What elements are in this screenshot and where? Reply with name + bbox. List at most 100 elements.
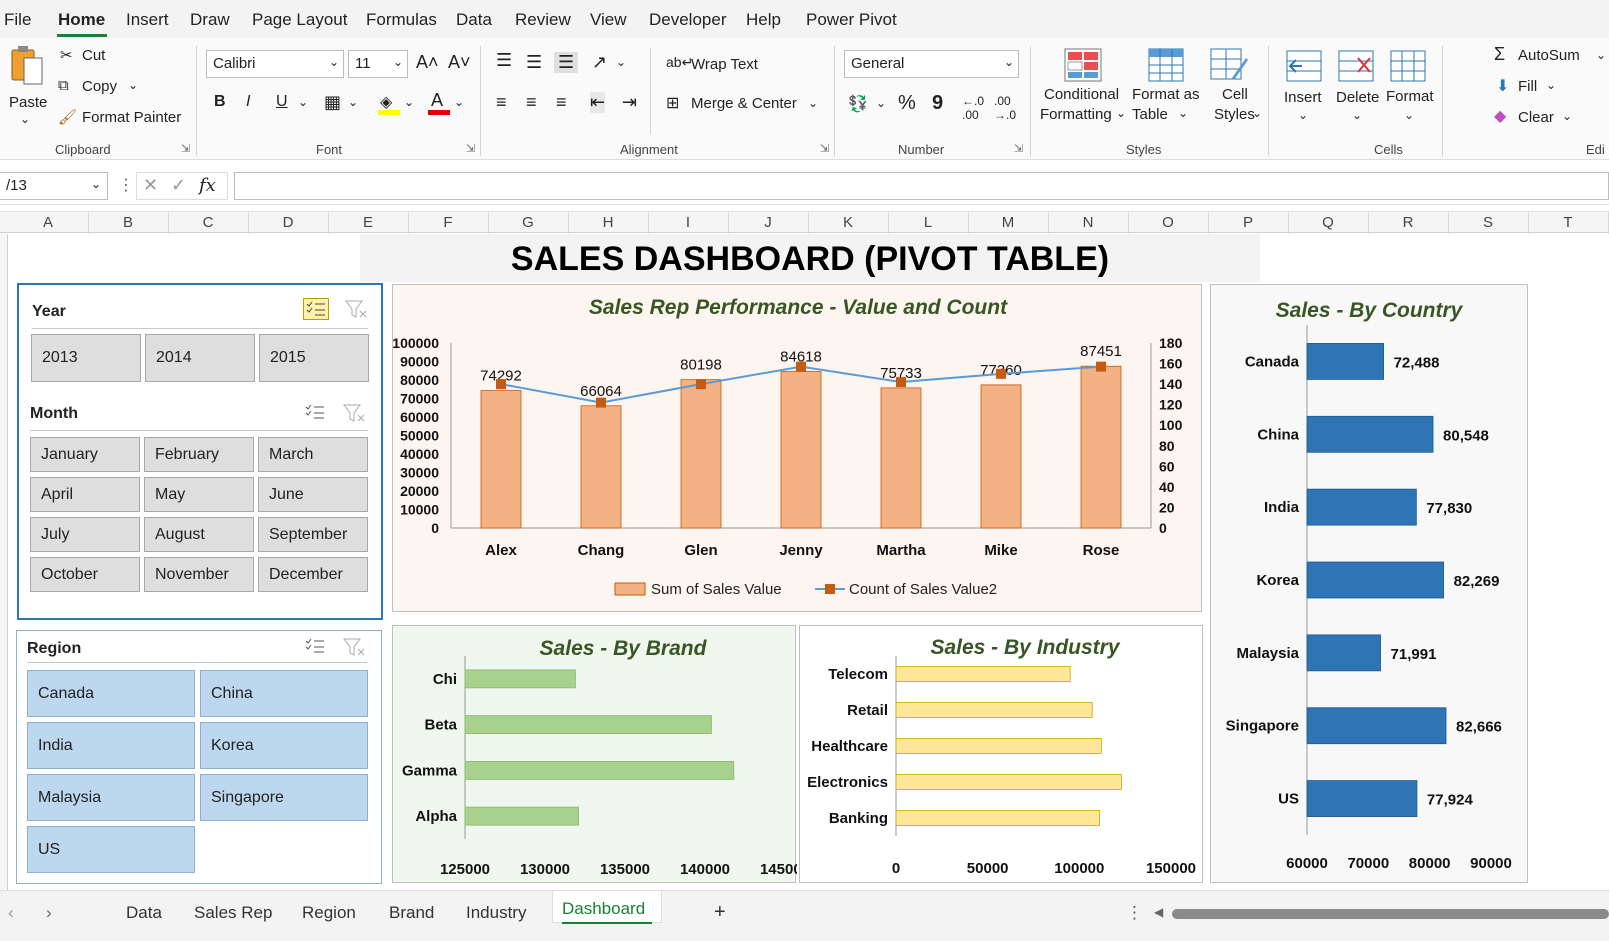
scroll-left-icon[interactable]: ‹ [8, 903, 14, 923]
chevron-down-icon[interactable]: ⌄ [348, 95, 358, 109]
slicer-month-december[interactable]: December [258, 557, 368, 592]
accounting-icon[interactable]: 💱 [848, 94, 868, 114]
menu-draw[interactable]: Draw [190, 10, 230, 30]
wrap-text-button[interactable]: Wrap Text [691, 56, 758, 73]
fill-color-icon[interactable]: ◈ [378, 92, 400, 116]
menu-home[interactable]: Home [58, 10, 105, 30]
column-header-h[interactable]: H [568, 214, 648, 231]
clear-filter-icon[interactable] [344, 298, 370, 320]
chevron-down-icon[interactable]: ⌄ [1546, 78, 1556, 92]
dialog-launcher-icon[interactable]: ⇲ [181, 142, 190, 155]
cancel-icon[interactable]: ✕ [143, 175, 158, 196]
delete-cells-button[interactable]: Delete ⌄ [1334, 46, 1386, 132]
menu-file[interactable]: File [4, 10, 31, 30]
menu-review[interactable]: Review [515, 10, 571, 30]
slicer-month-september[interactable]: September [258, 517, 368, 552]
menu-insert[interactable]: Insert [126, 10, 169, 30]
insert-cells-button[interactable]: Insert ⌄ [1280, 46, 1332, 132]
number-format-select[interactable]: General ⌄ [844, 50, 1019, 78]
slicer-region-korea[interactable]: Korea [200, 722, 368, 769]
multi-select-icon[interactable] [303, 636, 329, 658]
slicer-month-march[interactable]: March [258, 437, 368, 472]
fill-icon[interactable]: ⬇ [1496, 76, 1509, 96]
merge-center-button[interactable]: Merge & Center [691, 95, 797, 112]
column-header-d[interactable]: D [248, 214, 328, 231]
column-header-j[interactable]: J [728, 214, 808, 231]
underline-button[interactable]: U [276, 93, 288, 111]
format-as-table-button[interactable]: Format as Table ⌄ [1130, 46, 1202, 132]
column-header-s[interactable]: S [1448, 214, 1528, 231]
align-bottom-icon[interactable]: ☰ [554, 52, 579, 73]
column-header-p[interactable]: P [1208, 214, 1288, 231]
menu-developer[interactable]: Developer [649, 10, 727, 30]
column-header-a[interactable]: A [8, 214, 88, 231]
chevron-down-icon[interactable]: ⌄ [1562, 109, 1572, 123]
comma-button[interactable]: 9 [932, 92, 943, 115]
tab-data[interactable]: Data [126, 903, 162, 923]
slicer-year-2015[interactable]: 2015 [259, 334, 369, 382]
column-header-m[interactable]: M [968, 214, 1048, 231]
chevron-down-icon[interactable]: ⌄ [454, 95, 464, 109]
slicer-month-july[interactable]: July [30, 517, 140, 552]
tab-region[interactable]: Region [302, 903, 356, 923]
column-header-n[interactable]: N [1048, 214, 1128, 231]
align-right-icon[interactable]: ≡ [556, 92, 567, 113]
slicer-year-2014[interactable]: 2014 [145, 334, 255, 382]
chevron-down-icon[interactable]: ⌄ [128, 78, 138, 92]
menu-page-layout[interactable]: Page Layout [252, 10, 347, 30]
clear-filter-icon[interactable] [342, 402, 368, 424]
brand-chart-panel[interactable]: Sales - By Brand Chi Beta Gamma Alpha 125000 1… [392, 625, 810, 883]
column-header-t[interactable]: T [1528, 214, 1608, 231]
copy-button[interactable]: Copy [82, 78, 117, 95]
increase-indent-icon[interactable]: ⇥ [622, 92, 637, 113]
add-sheet-icon[interactable]: + [714, 901, 726, 924]
name-box[interactable]: /13 ⌄ [0, 172, 108, 200]
tab-dashboard[interactable]: Dashboard [562, 899, 645, 919]
chevron-down-icon[interactable]: ⌄ [876, 96, 886, 110]
chevron-down-icon[interactable]: ⌄ [404, 95, 414, 109]
menu-formulas[interactable]: Formulas [366, 10, 437, 30]
sales-rep-chart-panel[interactable]: Sales Rep Performance - Value and Count 0… [392, 284, 1202, 612]
menu-power-pivot[interactable]: Power Pivot [806, 10, 897, 30]
autosum-button[interactable]: AutoSum [1518, 47, 1580, 64]
cut-icon[interactable]: ✂ [60, 46, 73, 64]
slicer-month-august[interactable]: August [144, 517, 254, 552]
column-header-q[interactable]: Q [1288, 214, 1368, 231]
bold-button[interactable]: B [214, 93, 226, 111]
merge-icon[interactable]: ⊞ [666, 93, 679, 113]
slicer-month-november[interactable]: November [144, 557, 254, 592]
tab-brand[interactable]: Brand [389, 903, 434, 923]
decrease-decimal-icon[interactable]: .00 →.0 [994, 94, 1016, 122]
orientation-icon[interactable]: ↗ [592, 52, 607, 73]
menu-view[interactable]: View [590, 10, 627, 30]
slicer-month-april[interactable]: April [30, 477, 140, 512]
multi-select-icon[interactable] [303, 298, 329, 320]
increase-font-icon[interactable]: A˄ [416, 52, 439, 73]
menu-data[interactable]: Data [456, 10, 492, 30]
slicer-region-malaysia[interactable]: Malaysia [27, 774, 195, 821]
slicer-month-january[interactable]: January [30, 437, 140, 472]
column-header-k[interactable]: K [808, 214, 888, 231]
country-chart-panel[interactable]: Sales - By Country Canada 72,488 China 80,54… [1210, 284, 1528, 883]
column-header-l[interactable]: L [888, 214, 968, 231]
borders-icon[interactable]: ▦ [324, 92, 341, 113]
increase-decimal-icon[interactable]: ←.0.00 [962, 94, 984, 122]
decrease-indent-icon[interactable]: ⇤ [590, 92, 606, 113]
chevron-down-icon[interactable]: ⌄ [298, 95, 308, 109]
slicer-month-february[interactable]: February [144, 437, 254, 472]
menu-help[interactable]: Help [746, 10, 781, 30]
conditional-formatting-button[interactable]: Conditional Formatting ⌄ [1040, 46, 1126, 132]
align-left-icon[interactable]: ≡ [496, 92, 507, 113]
industry-chart-panel[interactable]: Sales - By Industry Telecom Retail Healthca… [799, 625, 1203, 883]
dialog-launcher-icon[interactable]: ⇲ [466, 142, 475, 155]
more-options-icon[interactable]: ⋮ [1126, 903, 1143, 923]
autosum-icon[interactable]: Σ [1494, 44, 1505, 65]
column-header-f[interactable]: F [408, 214, 488, 231]
cut-button[interactable]: Cut [82, 47, 105, 64]
clear-filter-icon[interactable] [342, 636, 368, 658]
column-header-e[interactable]: E [328, 214, 408, 231]
slicer-month-june[interactable]: June [258, 477, 368, 512]
slicer-region-us[interactable]: US [27, 826, 195, 873]
format-cells-button[interactable]: Format ⌄ [1386, 46, 1438, 132]
font-color-icon[interactable]: A [428, 90, 450, 116]
